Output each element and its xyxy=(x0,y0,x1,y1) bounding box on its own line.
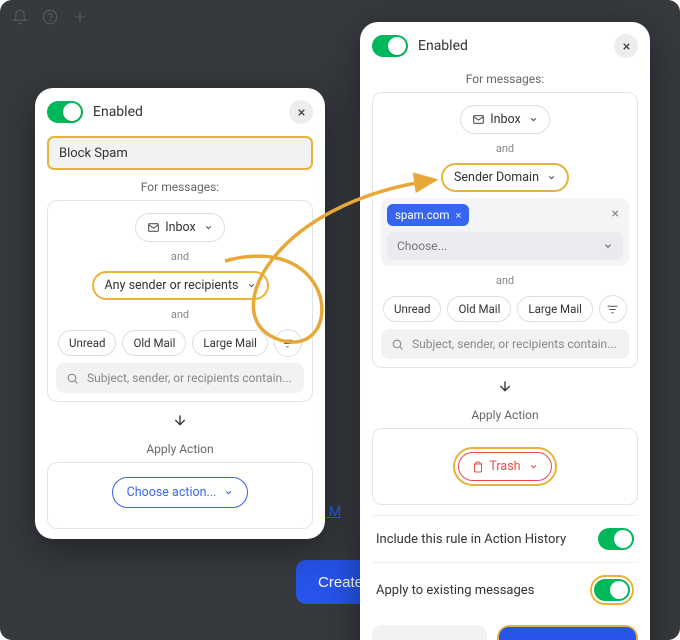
choose-action-selector[interactable]: Choose action... xyxy=(112,477,249,508)
filter-icon[interactable] xyxy=(599,295,627,323)
rule-name-input[interactable]: Block Spam xyxy=(47,136,313,170)
conditions-card: Inbox and Sender Domain × spam.com × Choo… xyxy=(372,92,638,368)
rule-panel-before: Enabled Block Spam For messages: Inbox a… xyxy=(35,88,325,539)
for-messages-label: For messages: xyxy=(360,72,650,86)
enabled-label: Enabled xyxy=(93,104,143,120)
add-domain-selector[interactable]: Choose... xyxy=(387,232,623,260)
create-rule-button[interactable]: Create Rule xyxy=(499,627,636,640)
action-card: Choose action... xyxy=(47,462,313,529)
old-mail-chip[interactable]: Old Mail xyxy=(122,330,186,356)
plus-icon[interactable] xyxy=(72,9,88,25)
sender-domain-selector[interactable]: Sender Domain xyxy=(441,163,569,192)
inbox-selector[interactable]: Inbox xyxy=(135,213,225,242)
include-history-toggle[interactable] xyxy=(598,528,634,550)
search-icon xyxy=(66,372,79,385)
search-placeholder: Subject, sender, or recipients contain..… xyxy=(412,337,617,351)
and-label: and xyxy=(56,250,304,263)
search-input[interactable]: Subject, sender, or recipients contain..… xyxy=(56,363,304,393)
apply-existing-toggle[interactable] xyxy=(594,579,630,601)
sender-condition-selector[interactable]: Any sender or recipients xyxy=(92,271,269,300)
action-highlight-ring: Trash xyxy=(453,447,556,486)
and-label: and xyxy=(381,274,629,287)
unread-chip[interactable]: Unread xyxy=(383,296,441,322)
chevron-down-icon xyxy=(603,241,613,251)
and-label: and xyxy=(381,142,629,155)
chevron-down-icon xyxy=(547,173,556,182)
help-icon[interactable] xyxy=(42,9,58,25)
condition-label: Sender Domain xyxy=(454,170,539,185)
conditions-card: Inbox and Any sender or recipients and U… xyxy=(47,200,313,402)
chevron-down-icon xyxy=(204,223,213,232)
include-history-row: Include this rule in Action History xyxy=(372,515,638,562)
arrow-down-icon xyxy=(35,412,325,432)
for-messages-label: For messages: xyxy=(35,180,325,194)
clear-icon[interactable]: × xyxy=(612,206,619,222)
close-icon[interactable] xyxy=(289,100,313,124)
rule-panel-after: Enabled For messages: Inbox and Sender D… xyxy=(360,22,650,640)
apply-existing-label: Apply to existing messages xyxy=(376,583,534,598)
chevron-down-icon xyxy=(224,488,233,497)
unread-chip[interactable]: Unread xyxy=(58,330,116,356)
search-placeholder: Subject, sender, or recipients contain..… xyxy=(87,371,292,385)
cancel-button[interactable]: Cancel xyxy=(372,625,487,640)
include-history-label: Include this rule in Action History xyxy=(376,532,566,547)
arrow-down-icon xyxy=(360,378,650,398)
bell-icon[interactable] xyxy=(12,9,28,25)
remove-tag-icon[interactable]: × xyxy=(455,209,461,222)
inbox-selector[interactable]: Inbox xyxy=(460,105,550,134)
inbox-label: Inbox xyxy=(165,220,196,235)
trash-icon xyxy=(472,461,484,473)
enabled-toggle[interactable] xyxy=(372,35,408,57)
apply-action-label: Apply Action xyxy=(35,442,325,456)
and-label: and xyxy=(56,308,304,321)
trash-action-selector[interactable]: Trash xyxy=(458,452,551,481)
filter-icon[interactable] xyxy=(274,329,302,357)
inbox-label: Inbox xyxy=(490,112,521,127)
apply-existing-highlight-ring xyxy=(590,575,634,605)
old-mail-chip[interactable]: Old Mail xyxy=(447,296,511,322)
condition-label: Any sender or recipients xyxy=(105,278,239,293)
large-mail-chip[interactable]: Large Mail xyxy=(192,330,268,356)
choose-label: Choose... xyxy=(397,239,447,253)
action-card: Trash xyxy=(372,428,638,505)
domain-tag[interactable]: spam.com × xyxy=(387,204,469,226)
large-mail-chip[interactable]: Large Mail xyxy=(517,296,593,322)
apply-action-label: Apply Action xyxy=(360,408,650,422)
close-icon[interactable] xyxy=(614,34,638,58)
create-highlight-ring: Create Rule xyxy=(497,625,638,640)
enabled-label: Enabled xyxy=(418,38,468,54)
apply-existing-row: Apply to existing messages xyxy=(372,562,638,617)
domain-tag-label: spam.com xyxy=(395,208,449,222)
search-input[interactable]: Subject, sender, or recipients contain..… xyxy=(381,329,629,359)
enabled-toggle[interactable] xyxy=(47,101,83,123)
search-icon xyxy=(391,338,404,351)
chevron-down-icon xyxy=(529,462,538,471)
chevron-down-icon xyxy=(529,115,538,124)
chevron-down-icon xyxy=(247,281,256,290)
action-label: Trash xyxy=(489,459,520,474)
sender-domain-values: × spam.com × Choose... xyxy=(381,198,629,266)
choose-action-label: Choose action... xyxy=(127,485,217,500)
